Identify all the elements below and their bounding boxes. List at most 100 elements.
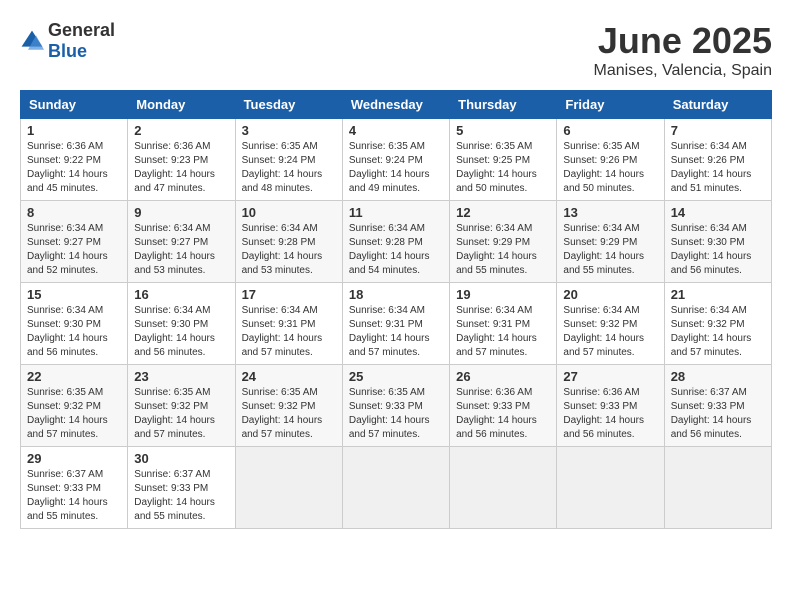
day-info: Sunrise: 6:35 AMSunset: 9:25 PMDaylight:… <box>456 140 550 196</box>
day-number: 15 <box>27 287 121 302</box>
day-number: 8 <box>27 205 121 220</box>
logo-general: General <box>48 20 115 40</box>
calendar-cell: 29 Sunrise: 6:37 AMSunset: 9:33 PMDaylig… <box>21 447 128 529</box>
col-header-thursday: Thursday <box>450 91 557 119</box>
day-number: 1 <box>27 123 121 138</box>
day-info: Sunrise: 6:34 AMSunset: 9:32 PMDaylight:… <box>671 304 765 360</box>
day-info: Sunrise: 6:35 AMSunset: 9:32 PMDaylight:… <box>27 386 121 442</box>
calendar-cell: 11 Sunrise: 6:34 AMSunset: 9:28 PMDaylig… <box>342 201 449 283</box>
day-info: Sunrise: 6:34 AMSunset: 9:30 PMDaylight:… <box>671 222 765 278</box>
day-number: 9 <box>134 205 228 220</box>
day-number: 28 <box>671 369 765 384</box>
calendar-week-1: 1 Sunrise: 6:36 AMSunset: 9:22 PMDayligh… <box>21 119 772 201</box>
day-info: Sunrise: 6:34 AMSunset: 9:31 PMDaylight:… <box>456 304 550 360</box>
day-number: 22 <box>27 369 121 384</box>
calendar-week-5: 29 Sunrise: 6:37 AMSunset: 9:33 PMDaylig… <box>21 447 772 529</box>
day-number: 19 <box>456 287 550 302</box>
calendar-cell: 17 Sunrise: 6:34 AMSunset: 9:31 PMDaylig… <box>235 283 342 365</box>
col-header-wednesday: Wednesday <box>342 91 449 119</box>
calendar-cell: 15 Sunrise: 6:34 AMSunset: 9:30 PMDaylig… <box>21 283 128 365</box>
day-number: 29 <box>27 451 121 466</box>
calendar-cell: 16 Sunrise: 6:34 AMSunset: 9:30 PMDaylig… <box>128 283 235 365</box>
calendar-cell: 10 Sunrise: 6:34 AMSunset: 9:28 PMDaylig… <box>235 201 342 283</box>
calendar-cell: 1 Sunrise: 6:36 AMSunset: 9:22 PMDayligh… <box>21 119 128 201</box>
calendar-cell: 7 Sunrise: 6:34 AMSunset: 9:26 PMDayligh… <box>664 119 771 201</box>
page-header: General Blue June 2025 Manises, Valencia… <box>20 20 772 80</box>
calendar-cell: 4 Sunrise: 6:35 AMSunset: 9:24 PMDayligh… <box>342 119 449 201</box>
calendar-cell: 20 Sunrise: 6:34 AMSunset: 9:32 PMDaylig… <box>557 283 664 365</box>
day-number: 17 <box>242 287 336 302</box>
day-number: 26 <box>456 369 550 384</box>
day-number: 2 <box>134 123 228 138</box>
calendar-cell: 6 Sunrise: 6:35 AMSunset: 9:26 PMDayligh… <box>557 119 664 201</box>
calendar-cell: 13 Sunrise: 6:34 AMSunset: 9:29 PMDaylig… <box>557 201 664 283</box>
day-number: 13 <box>563 205 657 220</box>
day-info: Sunrise: 6:35 AMSunset: 9:32 PMDaylight:… <box>242 386 336 442</box>
calendar-cell: 3 Sunrise: 6:35 AMSunset: 9:24 PMDayligh… <box>235 119 342 201</box>
calendar-cell: 28 Sunrise: 6:37 AMSunset: 9:33 PMDaylig… <box>664 365 771 447</box>
month-title: June 2025 <box>594 20 772 62</box>
day-info: Sunrise: 6:35 AMSunset: 9:32 PMDaylight:… <box>134 386 228 442</box>
day-info: Sunrise: 6:34 AMSunset: 9:28 PMDaylight:… <box>349 222 443 278</box>
calendar-cell: 12 Sunrise: 6:34 AMSunset: 9:29 PMDaylig… <box>450 201 557 283</box>
day-info: Sunrise: 6:37 AMSunset: 9:33 PMDaylight:… <box>27 468 121 524</box>
calendar-cell: 8 Sunrise: 6:34 AMSunset: 9:27 PMDayligh… <box>21 201 128 283</box>
day-info: Sunrise: 6:35 AMSunset: 9:26 PMDaylight:… <box>563 140 657 196</box>
day-info: Sunrise: 6:35 AMSunset: 9:24 PMDaylight:… <box>349 140 443 196</box>
day-number: 10 <box>242 205 336 220</box>
day-info: Sunrise: 6:36 AMSunset: 9:33 PMDaylight:… <box>456 386 550 442</box>
day-number: 30 <box>134 451 228 466</box>
day-info: Sunrise: 6:36 AMSunset: 9:22 PMDaylight:… <box>27 140 121 196</box>
day-info: Sunrise: 6:36 AMSunset: 9:23 PMDaylight:… <box>134 140 228 196</box>
day-info: Sunrise: 6:37 AMSunset: 9:33 PMDaylight:… <box>134 468 228 524</box>
calendar-cell: 21 Sunrise: 6:34 AMSunset: 9:32 PMDaylig… <box>664 283 771 365</box>
calendar-cell: 24 Sunrise: 6:35 AMSunset: 9:32 PMDaylig… <box>235 365 342 447</box>
day-number: 4 <box>349 123 443 138</box>
day-info: Sunrise: 6:34 AMSunset: 9:26 PMDaylight:… <box>671 140 765 196</box>
day-info: Sunrise: 6:34 AMSunset: 9:31 PMDaylight:… <box>349 304 443 360</box>
col-header-sunday: Sunday <box>21 91 128 119</box>
day-info: Sunrise: 6:35 AMSunset: 9:33 PMDaylight:… <box>349 386 443 442</box>
day-info: Sunrise: 6:37 AMSunset: 9:33 PMDaylight:… <box>671 386 765 442</box>
location-title: Manises, Valencia, Spain <box>594 62 772 80</box>
calendar-cell: 30 Sunrise: 6:37 AMSunset: 9:33 PMDaylig… <box>128 447 235 529</box>
day-number: 27 <box>563 369 657 384</box>
day-info: Sunrise: 6:34 AMSunset: 9:28 PMDaylight:… <box>242 222 336 278</box>
calendar-week-3: 15 Sunrise: 6:34 AMSunset: 9:30 PMDaylig… <box>21 283 772 365</box>
calendar-cell: 18 Sunrise: 6:34 AMSunset: 9:31 PMDaylig… <box>342 283 449 365</box>
day-number: 3 <box>242 123 336 138</box>
day-info: Sunrise: 6:34 AMSunset: 9:27 PMDaylight:… <box>134 222 228 278</box>
calendar-cell: 5 Sunrise: 6:35 AMSunset: 9:25 PMDayligh… <box>450 119 557 201</box>
calendar-cell <box>235 447 342 529</box>
calendar-cell <box>664 447 771 529</box>
day-info: Sunrise: 6:34 AMSunset: 9:32 PMDaylight:… <box>563 304 657 360</box>
col-header-saturday: Saturday <box>664 91 771 119</box>
calendar-cell <box>557 447 664 529</box>
title-block: June 2025 Manises, Valencia, Spain <box>594 20 772 80</box>
day-info: Sunrise: 6:35 AMSunset: 9:24 PMDaylight:… <box>242 140 336 196</box>
calendar-cell: 23 Sunrise: 6:35 AMSunset: 9:32 PMDaylig… <box>128 365 235 447</box>
calendar-cell: 2 Sunrise: 6:36 AMSunset: 9:23 PMDayligh… <box>128 119 235 201</box>
col-header-tuesday: Tuesday <box>235 91 342 119</box>
calendar-cell: 19 Sunrise: 6:34 AMSunset: 9:31 PMDaylig… <box>450 283 557 365</box>
logo-icon <box>20 29 44 53</box>
day-info: Sunrise: 6:34 AMSunset: 9:27 PMDaylight:… <box>27 222 121 278</box>
day-number: 5 <box>456 123 550 138</box>
calendar-cell: 27 Sunrise: 6:36 AMSunset: 9:33 PMDaylig… <box>557 365 664 447</box>
calendar-cell <box>450 447 557 529</box>
day-number: 18 <box>349 287 443 302</box>
calendar-cell: 26 Sunrise: 6:36 AMSunset: 9:33 PMDaylig… <box>450 365 557 447</box>
day-info: Sunrise: 6:34 AMSunset: 9:31 PMDaylight:… <box>242 304 336 360</box>
day-info: Sunrise: 6:34 AMSunset: 9:29 PMDaylight:… <box>456 222 550 278</box>
day-number: 24 <box>242 369 336 384</box>
day-number: 23 <box>134 369 228 384</box>
calendar-week-2: 8 Sunrise: 6:34 AMSunset: 9:27 PMDayligh… <box>21 201 772 283</box>
day-number: 21 <box>671 287 765 302</box>
logo: General Blue <box>20 20 115 62</box>
col-header-monday: Monday <box>128 91 235 119</box>
day-info: Sunrise: 6:34 AMSunset: 9:30 PMDaylight:… <box>134 304 228 360</box>
day-info: Sunrise: 6:34 AMSunset: 9:30 PMDaylight:… <box>27 304 121 360</box>
day-number: 14 <box>671 205 765 220</box>
day-number: 12 <box>456 205 550 220</box>
day-number: 25 <box>349 369 443 384</box>
